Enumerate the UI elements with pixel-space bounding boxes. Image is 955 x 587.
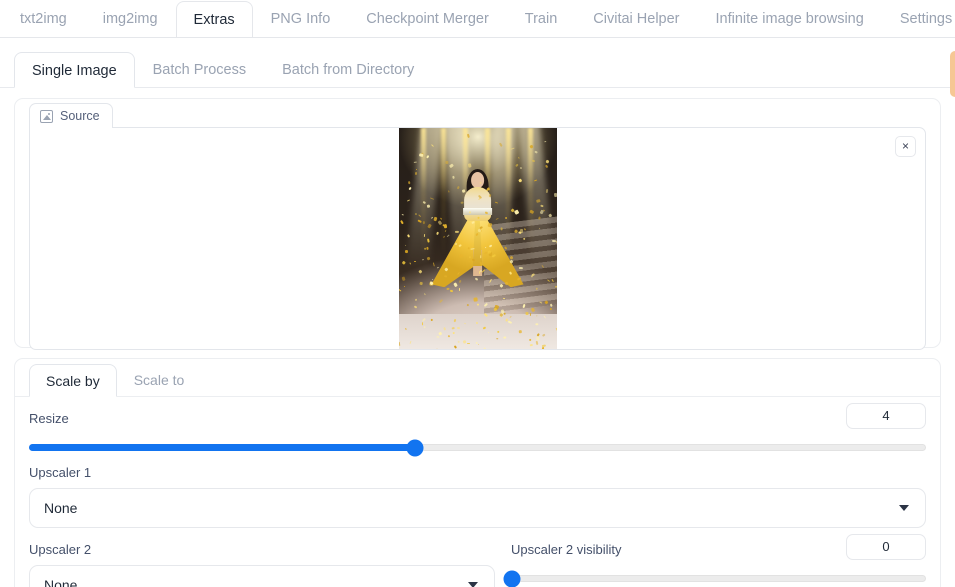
upscaler-1-select[interactable]: None [29,488,926,528]
image-dropzone[interactable]: × [29,127,926,350]
tab-batch-process[interactable]: Batch Process [135,51,265,87]
resize-label: Resize [29,411,69,426]
gown-bodice [464,187,491,221]
upscaler-2-visibility-slider-thumb[interactable] [504,570,521,587]
spark-column [421,128,426,256]
resize-slider-thumb[interactable] [406,439,423,456]
resize-slider-fill [29,444,414,451]
main-tab-bar: txt2img img2img Extras PNG Info Checkpoi… [0,0,955,38]
source-tab[interactable]: Source [29,103,113,128]
extras-page: Single Image Batch Process Batch from Di… [0,46,955,587]
upscaler-2-row: Upscaler 2 None Upscaler 2 visibility 0 [15,528,940,587]
upscaler-1-value: None [44,500,77,516]
upscaler-2-visibility-control: Upscaler 2 visibility 0 [495,528,926,587]
image-icon [40,110,53,123]
tab-civitai-helper[interactable]: Civitai Helper [575,0,697,37]
tab-extras[interactable]: Extras [176,1,253,38]
resize-header: Resize 4 [29,397,926,434]
upscaler-2-visibility-header: Upscaler 2 visibility 0 [511,528,926,565]
subject-figure [430,172,525,318]
upscaler-2-control: Upscaler 2 None [29,528,495,587]
upscaler-2-visibility-label: Upscaler 2 visibility [511,542,622,557]
resize-value-input[interactable]: 4 [846,403,926,429]
resize-slider[interactable] [29,444,926,451]
tab-infinite-image-browsing[interactable]: Infinite image browsing [698,0,882,37]
source-tab-row: Source [15,99,940,127]
chevron-down-icon [468,582,478,587]
scale-controls-panel: Scale by Scale to Resize 4 Upscaler 1 No… [14,358,941,587]
right-edge-control-sliver[interactable] [950,51,955,97]
extras-sub-tab-bar: Single Image Batch Process Batch from Di… [0,46,955,88]
resize-control: Resize 4 [15,397,940,451]
tab-settings[interactable]: Settings [882,0,955,37]
tab-png-info[interactable]: PNG Info [253,0,349,37]
source-image-preview [399,128,557,349]
gown-belt [463,208,492,215]
tab-batch-from-directory[interactable]: Batch from Directory [264,51,432,87]
upscaler-2-value: None [44,577,77,587]
upscaler-2-select[interactable]: None [29,565,495,587]
upscaler-2-visibility-slider[interactable] [511,575,926,582]
upscaler-1-label: Upscaler 1 [29,465,926,480]
tab-single-image[interactable]: Single Image [14,52,135,88]
upscaler-2-label: Upscaler 2 [29,542,495,557]
tab-img2img[interactable]: img2img [85,0,176,37]
source-tab-label: Source [60,109,100,123]
head [471,172,484,188]
tab-checkpoint-merger[interactable]: Checkpoint Merger [348,0,507,37]
upscaler-2-visibility-value-input[interactable]: 0 [846,534,926,560]
stage-floor [399,314,557,349]
tab-txt2img[interactable]: txt2img [2,0,85,37]
scale-tab-row: Scale by Scale to [15,359,940,397]
close-icon[interactable]: × [895,136,916,157]
source-image-panel: Source × [14,98,941,348]
chevron-down-icon [899,505,909,511]
tab-scale-to[interactable]: Scale to [117,363,202,396]
upscaler-1-control: Upscaler 1 None [15,465,940,528]
tab-train[interactable]: Train [507,0,576,37]
tab-scale-by[interactable]: Scale by [29,364,117,397]
